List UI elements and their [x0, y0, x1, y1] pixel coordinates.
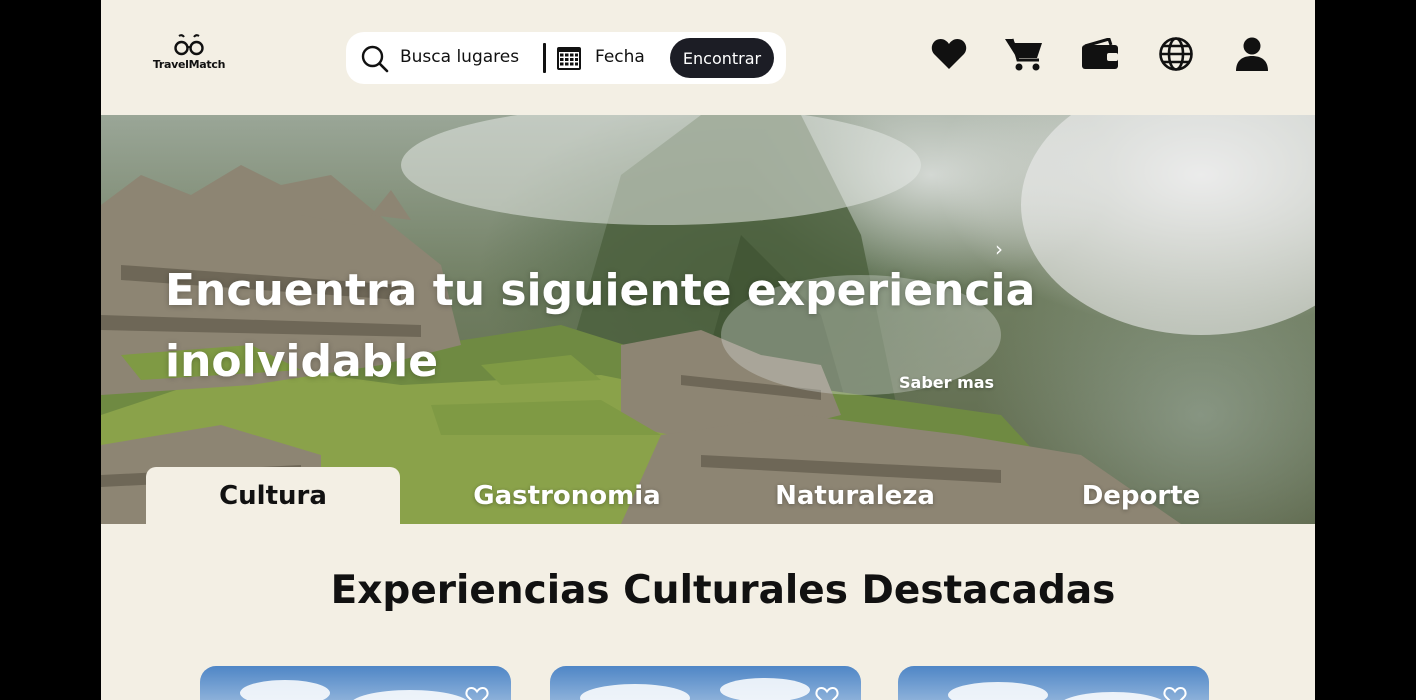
- card-image-cloud: [240, 680, 330, 700]
- nav-icons: [929, 34, 1275, 74]
- hero-banner: › Encuentra tu siguiente experiencia ino…: [101, 115, 1315, 524]
- tab-gastronomia[interactable]: Gastronomia: [447, 467, 687, 524]
- experience-card[interactable]: [200, 666, 511, 700]
- section-title: Experiencias Culturales Destacadas: [330, 568, 1116, 613]
- card-image-cloud: [1058, 692, 1168, 700]
- learn-more-link[interactable]: Saber mas: [899, 373, 994, 392]
- page: TravelMatch Busca lugares Fecha Encontra…: [101, 0, 1315, 700]
- date-field[interactable]: Fecha: [595, 47, 645, 67]
- calendar-icon[interactable]: [556, 45, 582, 71]
- favorite-heart-icon[interactable]: [815, 686, 839, 700]
- card-image-cloud: [948, 682, 1048, 700]
- tab-cultura[interactable]: Cultura: [146, 467, 400, 524]
- card-image-cloud: [580, 684, 690, 700]
- favorite-heart-icon[interactable]: [465, 686, 489, 700]
- logo-icon: [174, 34, 204, 56]
- search-input[interactable]: Busca lugares: [400, 47, 519, 67]
- experience-card[interactable]: [898, 666, 1209, 700]
- tab-deporte[interactable]: Deporte: [1021, 467, 1261, 524]
- header: TravelMatch Busca lugares Fecha Encontra…: [101, 0, 1315, 115]
- wallet-icon[interactable]: [1080, 34, 1120, 74]
- experience-card[interactable]: [550, 666, 861, 700]
- logo[interactable]: TravelMatch: [151, 34, 227, 71]
- search-bar: Busca lugares Fecha Encontrar: [346, 32, 786, 84]
- find-button[interactable]: Encontrar: [670, 38, 774, 78]
- heart-icon[interactable]: [929, 34, 969, 74]
- card-image-cloud: [350, 690, 470, 700]
- category-tabs: Cultura Gastronomia Naturaleza Deporte: [101, 467, 1315, 524]
- cart-icon[interactable]: [1004, 34, 1044, 74]
- search-divider: [543, 43, 546, 73]
- favorite-heart-icon[interactable]: [1163, 686, 1187, 700]
- tab-naturaleza[interactable]: Naturaleza: [735, 467, 975, 524]
- brand-name: TravelMatch: [152, 58, 226, 71]
- user-icon[interactable]: [1232, 34, 1272, 74]
- globe-icon[interactable]: [1156, 34, 1196, 74]
- card-image-cloud: [720, 678, 810, 700]
- search-icon: [361, 45, 389, 73]
